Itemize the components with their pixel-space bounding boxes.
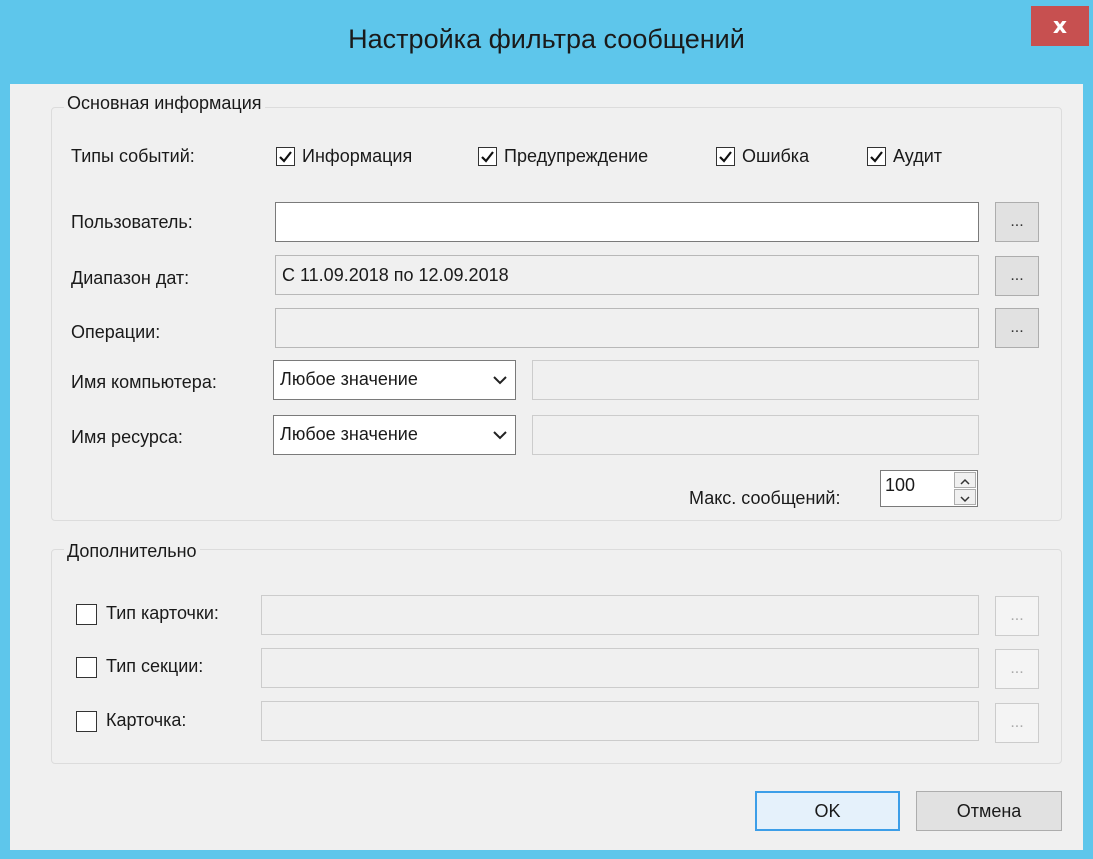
max-messages-value[interactable]: 100 — [885, 475, 915, 496]
section-type-field[interactable] — [261, 648, 979, 688]
event-type-audit-checkbox[interactable] — [867, 147, 886, 166]
computer-name-select[interactable]: Любое значение — [273, 360, 516, 400]
computer-name-field[interactable] — [532, 360, 979, 400]
section-type-browse-button[interactable]: ... — [995, 649, 1039, 689]
checkmark-icon — [719, 151, 732, 163]
ok-button[interactable]: OK — [755, 791, 900, 831]
card-field[interactable] — [261, 701, 979, 741]
resource-name-field[interactable] — [532, 415, 979, 455]
chevron-down-icon — [960, 496, 970, 503]
card-label[interactable]: Карточка: — [106, 710, 186, 731]
card-type-browse-button[interactable]: ... — [995, 596, 1039, 636]
checkmark-icon — [481, 151, 494, 163]
operations-field[interactable] — [275, 308, 979, 348]
user-browse-button[interactable]: ... — [995, 202, 1039, 242]
section-type-label[interactable]: Тип секции: — [106, 656, 203, 677]
operations-label: Операции: — [71, 322, 161, 342]
title-bar[interactable]: Настройка фильтра сообщений x — [0, 0, 1093, 84]
computer-name-label: Имя компьютера: — [71, 372, 217, 392]
checkmark-icon — [870, 151, 883, 163]
event-type-info-checkbox[interactable] — [276, 147, 295, 166]
resource-name-select-value: Любое значение — [280, 424, 418, 444]
computer-name-select-value: Любое значение — [280, 369, 418, 389]
event-types-label: Типы событий: — [71, 146, 195, 166]
max-messages-label: Макс. сообщений: — [689, 488, 841, 508]
spinner-up-button[interactable] — [954, 472, 976, 488]
spinner-down-button[interactable] — [954, 489, 976, 505]
event-type-error-checkbox[interactable] — [716, 147, 735, 166]
event-type-warning-label[interactable]: Предупреждение — [504, 146, 648, 167]
chevron-down-icon — [493, 431, 507, 440]
cancel-button[interactable]: Отмена — [916, 791, 1062, 831]
max-messages-spinner[interactable]: 100 — [880, 470, 978, 507]
user-label: Пользователь: — [71, 212, 193, 232]
card-type-label[interactable]: Тип карточки: — [106, 603, 219, 624]
event-type-audit-label[interactable]: Аудит — [893, 146, 942, 167]
event-type-info-label[interactable]: Информация — [302, 146, 412, 167]
date-range-field[interactable]: С 11.09.2018 по 12.09.2018 — [275, 255, 979, 295]
main-info-group-title: Основная информация — [64, 93, 265, 114]
close-icon: x — [1052, 13, 1068, 39]
card-type-checkbox[interactable] — [76, 604, 97, 625]
chevron-down-icon — [493, 376, 507, 385]
close-button[interactable]: x — [1031, 6, 1089, 46]
event-type-warning-checkbox[interactable] — [478, 147, 497, 166]
card-type-field[interactable] — [261, 595, 979, 635]
chevron-up-icon — [960, 478, 970, 485]
user-field[interactable] — [275, 202, 979, 242]
dialog-window: Настройка фильтра сообщений x Основная и… — [0, 0, 1093, 859]
card-browse-button[interactable]: ... — [995, 703, 1039, 743]
event-type-error-label[interactable]: Ошибка — [742, 146, 809, 167]
card-checkbox[interactable] — [76, 711, 97, 732]
operations-browse-button[interactable]: ... — [995, 308, 1039, 348]
date-range-browse-button[interactable]: ... — [995, 256, 1039, 296]
extra-group-title: Дополнительно — [64, 541, 200, 562]
checkmark-icon — [279, 151, 292, 163]
section-type-checkbox[interactable] — [76, 657, 97, 678]
date-range-label: Диапазон дат: — [71, 268, 190, 288]
dialog-client-area: Основная информация Типы событий: Информ… — [10, 84, 1083, 850]
window-title: Настройка фильтра сообщений — [348, 24, 745, 54]
resource-name-select[interactable]: Любое значение — [273, 415, 516, 455]
resource-name-label: Имя ресурса: — [71, 427, 183, 447]
